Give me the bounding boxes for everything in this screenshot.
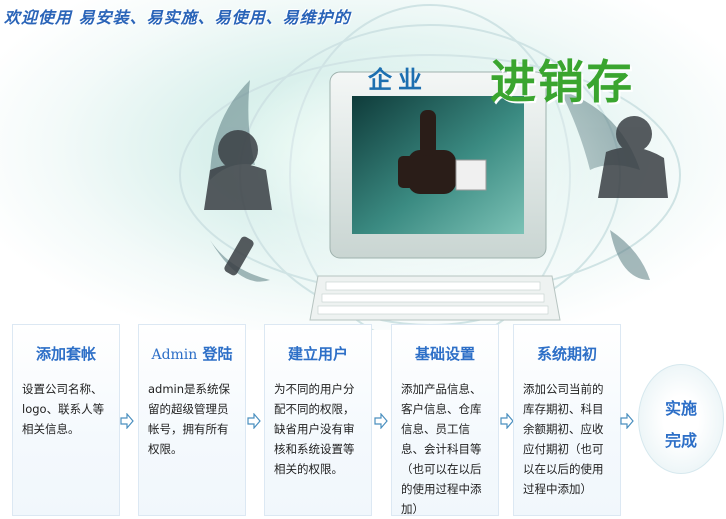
finish-line-2: 完成 — [664, 431, 697, 450]
step-title-en: Admin — [151, 347, 198, 363]
arrow-right-icon — [374, 413, 388, 429]
arrow-right-icon — [500, 413, 514, 429]
welcome-tagline: 欢迎使用 易安装、易实施、易使用、易维护的 — [4, 8, 351, 27]
keyboard-keys — [317, 281, 549, 315]
arrow-right-icon — [247, 413, 261, 429]
step-title: 添加套帐 — [35, 345, 96, 363]
step-title-cn: 登陆 — [202, 345, 233, 363]
step-card-basic-settings: 基础设置 添加产品信息、客户信息、仓库信息、员工信息、会计科目等（也可以在以后的… — [391, 324, 499, 516]
hero-banner: 欢迎使用 易安装、易实施、易使用、易维护的 企业 进销存 — [0, 0, 726, 330]
arrow-right-icon — [620, 413, 634, 429]
step-description: 添加公司当前的库存期初、科目余额期初、应收应付期初（也可以在以后的使用过程中添加… — [523, 382, 604, 496]
step-description: admin是系统保留的超级管理员帐号，拥有所有权限。 — [148, 382, 231, 456]
brand-subtitle: 企业 — [368, 65, 428, 94]
step-title: Admin 登陆 — [139, 343, 245, 364]
step-description: 添加产品信息、客户信息、仓库信息、员工信息、会计科目等（也可以在以后的使用过程中… — [401, 382, 482, 516]
step-card-admin-login: Admin 登陆 admin是系统保留的超级管理员帐号，拥有所有权限。 — [138, 324, 246, 516]
step-title: 建立用户 — [287, 345, 348, 363]
step-card-system-initial: 系统期初 添加公司当前的库存期初、科目余额期初、应收应付期初（也可以在以后的使用… — [513, 324, 621, 516]
step-card-create-user: 建立用户 为不同的用户分配不同的权限，缺省用户没有审核和系统设置等相关的权限。 — [264, 324, 372, 516]
finish-badge: 实施 完成 — [638, 364, 724, 474]
brand-title: 进销存 — [490, 55, 634, 109]
finish-line-1: 实施 — [664, 399, 697, 418]
arrow-right-icon — [120, 413, 134, 429]
step-title: 基础设置 — [414, 345, 475, 363]
step-title: 系统期初 — [536, 345, 597, 363]
step-description: 为不同的用户分配不同的权限，缺省用户没有审核和系统设置等相关的权限。 — [274, 382, 355, 476]
step-card-add-account: 添加套帐 设置公司名称、logo、联系人等相关信息。 — [12, 324, 120, 516]
step-description: 设置公司名称、logo、联系人等相关信息。 — [22, 382, 105, 436]
